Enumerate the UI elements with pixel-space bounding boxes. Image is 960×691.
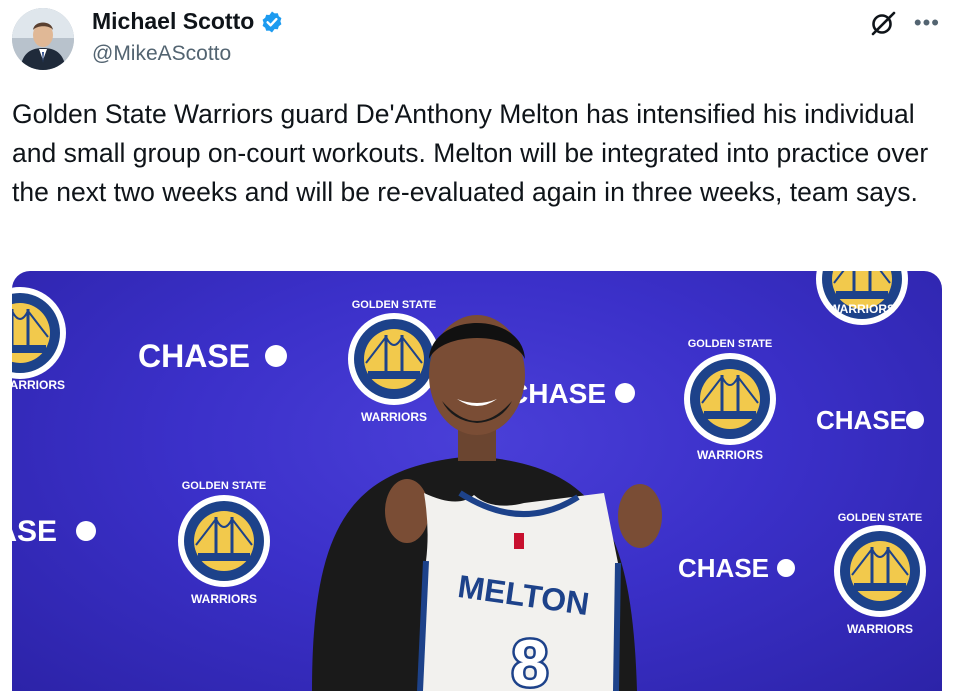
grok-icon[interactable] [870, 10, 896, 36]
backdrop-logo [12, 285, 68, 381]
media-image: GOLDEN STATE WARRIORS GOLDEN STATE WARRI… [12, 271, 928, 691]
sponsor-text: CHASE [138, 338, 250, 374]
backdrop-logo [682, 351, 778, 447]
backdrop-logo-text: WARRIORS [697, 448, 763, 462]
backdrop-logo [176, 493, 272, 589]
verified-badge-icon [262, 11, 282, 32]
sponsor-logo-icon [615, 383, 635, 403]
jersey-number: 8 [512, 626, 549, 691]
backdrop-logo-text: WARRIORS [361, 410, 427, 424]
backdrop-logo-text: WARRIORS [191, 592, 257, 606]
backdrop-logo-text: GOLDEN STATE [182, 480, 267, 492]
backdrop-logo [346, 311, 442, 407]
author-name[interactable]: Michael Scotto [92, 8, 254, 35]
jersey: MELTON 8 [417, 490, 621, 691]
backdrop-logo-text: WARRIORS [12, 378, 65, 392]
sponsor-logo-icon [265, 345, 287, 367]
backdrop-logo [814, 271, 910, 327]
sponsor-text: CHASE [678, 553, 769, 583]
author-handle[interactable]: @MikeAScotto [92, 42, 231, 66]
sponsor-logo-icon [777, 559, 795, 577]
author-avatar[interactable] [12, 8, 74, 70]
sponsor-text: CHASE [12, 515, 57, 548]
sponsor-logo-icon [76, 521, 96, 541]
backdrop-logo [832, 523, 928, 619]
backdrop-logo-text: WARRIORS [847, 622, 913, 636]
backdrop-logo-text: WARRIORS [829, 302, 895, 316]
tweet-text: Golden State Warriors guard De'Anthony M… [12, 99, 929, 207]
backdrop-logo-text: GOLDEN STATE [688, 338, 773, 350]
backdrop-logo-text: GOLDEN STATE [352, 299, 437, 311]
avatar-image [12, 8, 74, 70]
backdrop-logo-text: GOLDEN STATE [838, 512, 923, 524]
tweet-media[interactable]: GOLDEN STATE WARRIORS GOLDEN STATE WARRI… [12, 271, 942, 691]
sponsor-logo-icon [906, 411, 924, 429]
more-icon[interactable]: ••• [914, 12, 940, 34]
sponsor-text: CHASE [816, 405, 907, 435]
